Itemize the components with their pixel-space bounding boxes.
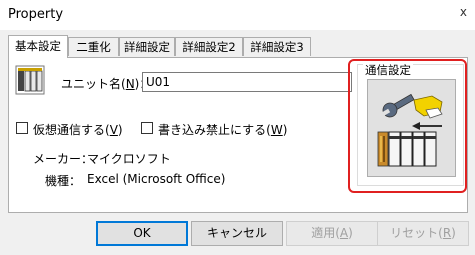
ok-button[interactable]: OK [96,221,188,246]
unit-module-icon [15,65,45,95]
tab-label: 詳細設定2 [182,40,236,54]
maker-value: マイクロソフト [87,152,171,166]
close-icon[interactable]: x [460,5,467,19]
highlight-box [348,59,467,193]
write-protect-checkbox[interactable] [141,122,153,134]
unit-name-input[interactable]: U01 [142,72,352,92]
unit-name-label: ユニット名(N)： [61,77,151,91]
tab-label: 二重化 [76,40,111,54]
window-title: Property [8,7,64,22]
tab-detail-settings[interactable]: 詳細設定 [119,37,175,56]
tab-detail-settings-3[interactable]: 詳細設定3 [243,37,311,56]
tab-label: 詳細設定3 [250,40,304,54]
tab-redundancy[interactable]: 二重化 [68,37,119,56]
maker-label: メーカー： [33,152,94,166]
tab-basic-settings[interactable]: 基本設定 [8,35,68,58]
tab-detail-settings-2[interactable]: 詳細設定2 [175,37,243,56]
virtual-comm-label[interactable]: 仮想通信する(V) [33,121,123,138]
title-bar: Property x [0,0,475,30]
reset-button[interactable]: リセット(R) [377,221,469,246]
cancel-button[interactable]: キャンセル [191,221,283,246]
virtual-comm-checkbox[interactable] [16,122,28,134]
write-protect-label[interactable]: 書き込み禁止にする(W) [158,121,287,138]
model-value: Excel (Microsoft Office) [87,172,226,186]
tab-label: 基本設定 [15,39,61,53]
apply-button[interactable]: 適用(A) [286,221,378,246]
tab-label: 詳細設定 [124,40,170,54]
model-label: 機種： [45,174,82,188]
